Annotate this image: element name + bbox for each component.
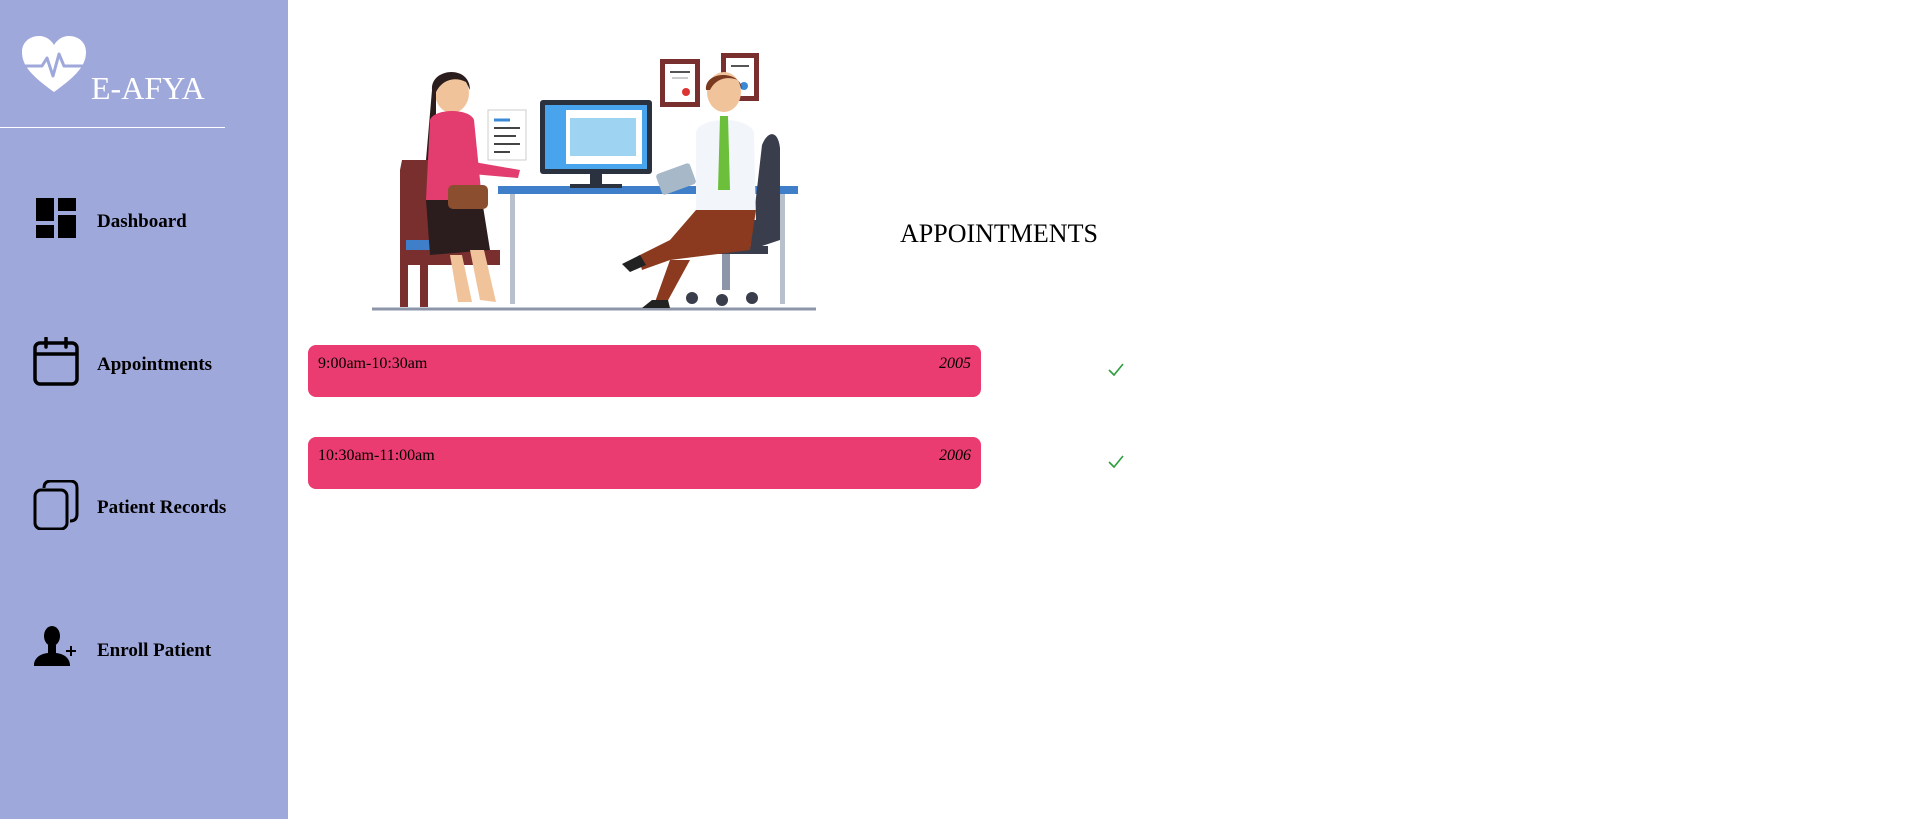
sidebar-item-label: Appointments (97, 354, 213, 375)
sidebar-item-label: Patient Records (97, 497, 227, 518)
calendar-icon (33, 337, 79, 386)
check-icon[interactable] (1106, 359, 1126, 379)
sidebar-item-dashboard[interactable]: Dashboard (32, 194, 272, 250)
page-title: APPOINTMENTS (900, 219, 1098, 248)
sidebar-item-label: Dashboard (97, 211, 187, 232)
sidebar-item-appointments[interactable]: Appointments (32, 337, 272, 393)
dashboard-icon (36, 198, 76, 238)
heart-pulse-icon (22, 36, 86, 92)
brand-name: E-AFYA (91, 70, 205, 106)
appointment-card[interactable]: 9:00am-10:30am 2005 (308, 345, 981, 397)
brand-divider (0, 127, 225, 128)
brand[interactable]: E-AFYA (22, 36, 222, 106)
appointment-time: 9:00am-10:30am (318, 355, 428, 372)
add-user-icon (34, 626, 76, 666)
sidebar-item-enroll-patient[interactable]: Enroll Patient (32, 623, 272, 679)
documents-icon (33, 480, 79, 530)
appointment-id: 2006 (939, 447, 971, 464)
sidebar: E-AFYA Dashboard Appointments Patient Re… (0, 0, 288, 819)
appointment-time: 10:30am-11:00am (318, 447, 435, 464)
appointment-card[interactable]: 10:30am-11:00am 2006 (308, 437, 981, 489)
sidebar-item-patient-records[interactable]: Patient Records (32, 480, 272, 536)
doctor-consultation-illustration (372, 53, 816, 311)
appointment-id: 2005 (939, 355, 971, 372)
sidebar-item-label: Enroll Patient (97, 640, 212, 661)
check-icon[interactable] (1106, 451, 1126, 471)
